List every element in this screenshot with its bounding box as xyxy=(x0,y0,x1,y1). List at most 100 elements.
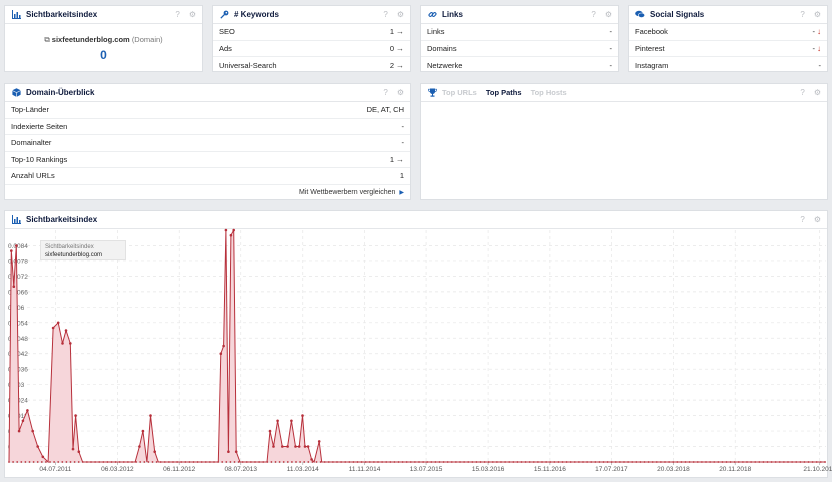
keyword-row-seo[interactable]: SEO 1 → xyxy=(213,24,410,41)
panel-title: Sichtbarkeitsindex xyxy=(26,215,98,224)
help-icon[interactable]: ? xyxy=(800,88,804,97)
row-label: Indexierte Seiten xyxy=(11,121,68,131)
help-icon[interactable]: ? xyxy=(800,10,804,19)
row-value: - xyxy=(609,43,613,53)
row-label: Top-Länder xyxy=(11,105,49,115)
panel-title: Social Signals xyxy=(650,10,705,19)
comments-icon xyxy=(635,10,645,20)
domain-overview-panel: Domain-Überblick ? ⚙ Top-Länder DE, AT, C… xyxy=(4,83,411,200)
key-icon xyxy=(219,10,229,20)
bar-chart-icon xyxy=(11,215,21,225)
chart-tooltip: Sichtbarkeitsindex sixfeetunderblog.com xyxy=(40,240,126,260)
keywords-panel-header: # Keywords ? ⚙ xyxy=(213,6,410,24)
gear-icon[interactable]: ⚙ xyxy=(605,10,612,19)
compare-row: Mit Wettbewerbern vergleichen ▶ xyxy=(5,185,410,202)
keywords-panel: # Keywords ? ⚙ SEO 1 → Ads 0 → Universal-Sea… xyxy=(212,5,411,72)
social-panel-header: Social Signals ? ⚙ xyxy=(629,6,827,24)
row-value: DE, AT, CH xyxy=(366,105,404,115)
tab-top-urls[interactable]: Top URLs xyxy=(442,88,477,97)
domain-suffix: (Domain) xyxy=(131,35,163,44)
row-value: 1 xyxy=(389,27,394,37)
url-count-row: Anzahl URLs 1 xyxy=(5,168,410,185)
gear-icon[interactable]: ⚙ xyxy=(814,10,821,19)
row-value: 1 xyxy=(389,154,394,164)
row-label: Anzahl URLs xyxy=(11,171,55,181)
row-value: - xyxy=(401,121,405,131)
chart-panel-header: Sichtbarkeitsindex ? ⚙ xyxy=(5,211,827,229)
arrow-right-icon[interactable]: → xyxy=(396,27,404,36)
arrow-right-icon[interactable]: → xyxy=(396,155,404,164)
row-label: Universal-Search xyxy=(219,60,277,70)
panel-title: Sichtbarkeitsindex xyxy=(26,10,98,19)
row-value: - xyxy=(812,27,816,37)
instagram-row: Instagram - xyxy=(629,57,827,74)
gear-icon[interactable]: ⚙ xyxy=(814,215,821,224)
tooltip-title: Sichtbarkeitsindex xyxy=(45,244,94,250)
gear-icon[interactable]: ⚙ xyxy=(397,10,404,19)
caret-right-icon[interactable]: ▶ xyxy=(399,189,404,196)
arrow-down-icon: ↓ xyxy=(817,43,821,53)
row-label: Instagram xyxy=(635,60,669,70)
gear-icon[interactable]: ⚙ xyxy=(189,10,196,19)
gear-icon[interactable]: ⚙ xyxy=(814,88,821,97)
domain-link[interactable]: sixfeetunderblog.com xyxy=(52,35,130,44)
visibility-body: ⧉ sixfeetunderblog.com (Domain) 0 xyxy=(5,24,202,62)
top10-rankings-row[interactable]: Top-10 Rankings 1 → xyxy=(5,152,410,168)
row-label: SEO xyxy=(219,27,235,37)
help-icon[interactable]: ? xyxy=(800,215,804,224)
cube-icon xyxy=(11,88,21,98)
compare-competitors-link[interactable]: Mit Wettbewerbern vergleichen xyxy=(299,189,395,196)
row-value: - xyxy=(609,60,613,70)
row-label: Facebook xyxy=(635,27,668,37)
row-label: Pinterest xyxy=(635,43,665,53)
top-urls-panel: Top URLs Top Paths Top Hosts ? ⚙ xyxy=(420,83,828,200)
domain-line: ⧉ sixfeetunderblog.com (Domain) xyxy=(5,35,202,45)
tab-top-paths[interactable]: Top Paths xyxy=(486,88,522,97)
links-panel-header: Links ? ⚙ xyxy=(421,6,618,24)
help-icon[interactable]: ? xyxy=(591,10,595,19)
help-icon[interactable]: ? xyxy=(175,10,179,19)
panel-title: # Keywords xyxy=(234,10,279,19)
help-icon[interactable]: ? xyxy=(383,10,387,19)
links-panel: Links ? ⚙ Links - Domains - Netzwerke - xyxy=(420,5,619,72)
visibility-panel-header: Sichtbarkeitsindex ? ⚙ xyxy=(5,6,202,24)
row-value: - xyxy=(818,60,822,70)
panel-title: Links xyxy=(442,10,463,19)
pinterest-row: Pinterest - ↓ xyxy=(629,41,827,57)
social-panel: Social Signals ? ⚙ Facebook - ↓ Pinterest -… xyxy=(628,5,828,72)
row-label: Ads xyxy=(219,43,232,53)
bar-chart-icon xyxy=(11,10,21,20)
top-tabs: Top URLs Top Paths Top Hosts xyxy=(442,88,791,97)
gear-icon[interactable]: ⚙ xyxy=(397,88,404,97)
top-countries-row: Top-Länder DE, AT, CH xyxy=(5,102,410,119)
links-row: Links - xyxy=(421,24,618,41)
trophy-icon xyxy=(427,88,437,98)
facebook-row: Facebook - ↓ xyxy=(629,24,827,41)
row-value: 0 xyxy=(389,43,394,53)
top-urls-header: Top URLs Top Paths Top Hosts ? ⚙ xyxy=(421,84,827,102)
arrow-right-icon[interactable]: → xyxy=(396,61,404,70)
domain-age-row: Domainalter - xyxy=(5,135,410,152)
row-label: Domainalter xyxy=(11,138,52,148)
tab-top-hosts[interactable]: Top Hosts xyxy=(531,88,567,97)
row-value: - xyxy=(812,43,816,53)
arrow-right-icon[interactable]: → xyxy=(396,44,404,53)
visibility-chart-panel: Sichtbarkeitsindex ? ⚙ xyxy=(4,210,828,478)
help-icon[interactable]: ? xyxy=(383,88,387,97)
tooltip-domain: sixfeetunderblog.com xyxy=(45,252,103,258)
row-label: Netzwerke xyxy=(427,60,463,70)
domain-overview-header: Domain-Überblick ? ⚙ xyxy=(5,84,410,102)
domains-row: Domains - xyxy=(421,41,618,57)
row-value: 1 xyxy=(399,171,404,181)
arrow-down-icon: ↓ xyxy=(817,27,821,37)
keyword-row-universal[interactable]: Universal-Search 2 → xyxy=(213,57,410,74)
panel-title: Domain-Überblick xyxy=(26,88,95,97)
row-label: Domains xyxy=(427,43,457,53)
row-label: Links xyxy=(427,27,445,37)
external-link-icon[interactable]: ⧉ xyxy=(44,35,49,44)
indexed-pages-row: Indexierte Seiten - xyxy=(5,119,410,135)
keyword-row-ads[interactable]: Ads 0 → xyxy=(213,41,410,57)
row-value: - xyxy=(401,138,405,148)
row-value: 2 xyxy=(389,60,394,70)
networks-row: Netzwerke - xyxy=(421,57,618,74)
